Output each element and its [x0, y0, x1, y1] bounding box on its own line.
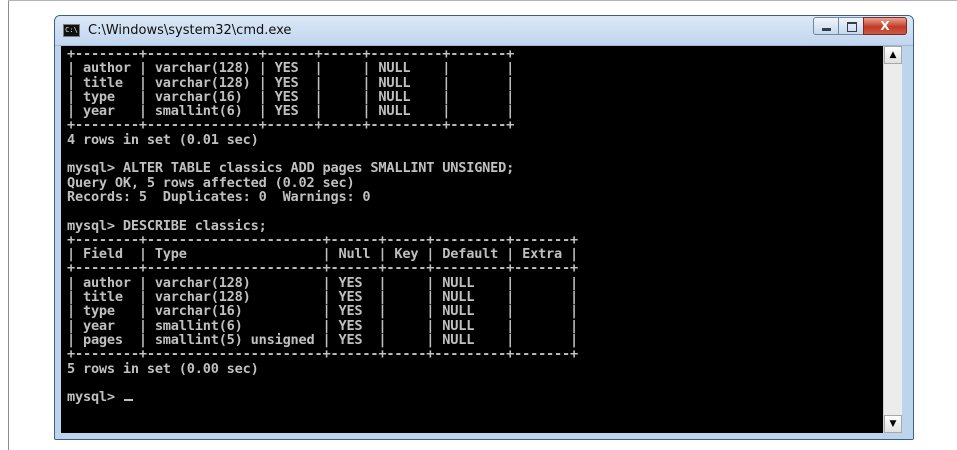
scroll-down-button[interactable]: ▼	[884, 415, 902, 433]
vertical-scrollbar[interactable]: ▲ ▼	[883, 46, 902, 433]
minimize-icon	[822, 28, 831, 31]
arrow-up-icon: ▲	[889, 50, 897, 60]
window-controls: X	[813, 17, 907, 35]
page-top-rule	[8, 0, 957, 1]
console-line: 5 rows in set (0.00 sec)	[67, 360, 259, 377]
page-left-rule	[8, 0, 9, 450]
console-line: mysql>	[67, 389, 123, 406]
console-output[interactable]: +--------+--------------+------+-----+--…	[61, 46, 883, 433]
maximize-button[interactable]	[838, 17, 864, 35]
title-bar[interactable]: C:\ C:\Windows\system32\cmd.exe X	[55, 16, 913, 46]
window-title: C:\Windows\system32\cmd.exe	[88, 23, 292, 38]
scroll-up-button[interactable]: ▲	[884, 46, 902, 64]
console-line: Records: 5 Duplicates: 0 Warnings: 0	[67, 188, 371, 205]
scrollbar-track[interactable]	[885, 64, 901, 414]
arrow-down-icon: ▼	[889, 419, 897, 429]
minimize-button[interactable]	[813, 17, 839, 35]
cmd-icon[interactable]: C:\	[63, 24, 80, 37]
maximize-icon	[847, 22, 857, 32]
close-button[interactable]: X	[863, 17, 907, 35]
window-frame-right	[902, 46, 913, 439]
text-cursor	[123, 399, 133, 402]
cmd-window: C:\ C:\Windows\system32\cmd.exe X +-----…	[54, 15, 914, 440]
console-text: +--------+--------------+------+-----+--…	[67, 47, 578, 404]
console-line: 4 rows in set (0.01 sec)	[67, 131, 259, 148]
close-icon: X	[880, 19, 890, 33]
